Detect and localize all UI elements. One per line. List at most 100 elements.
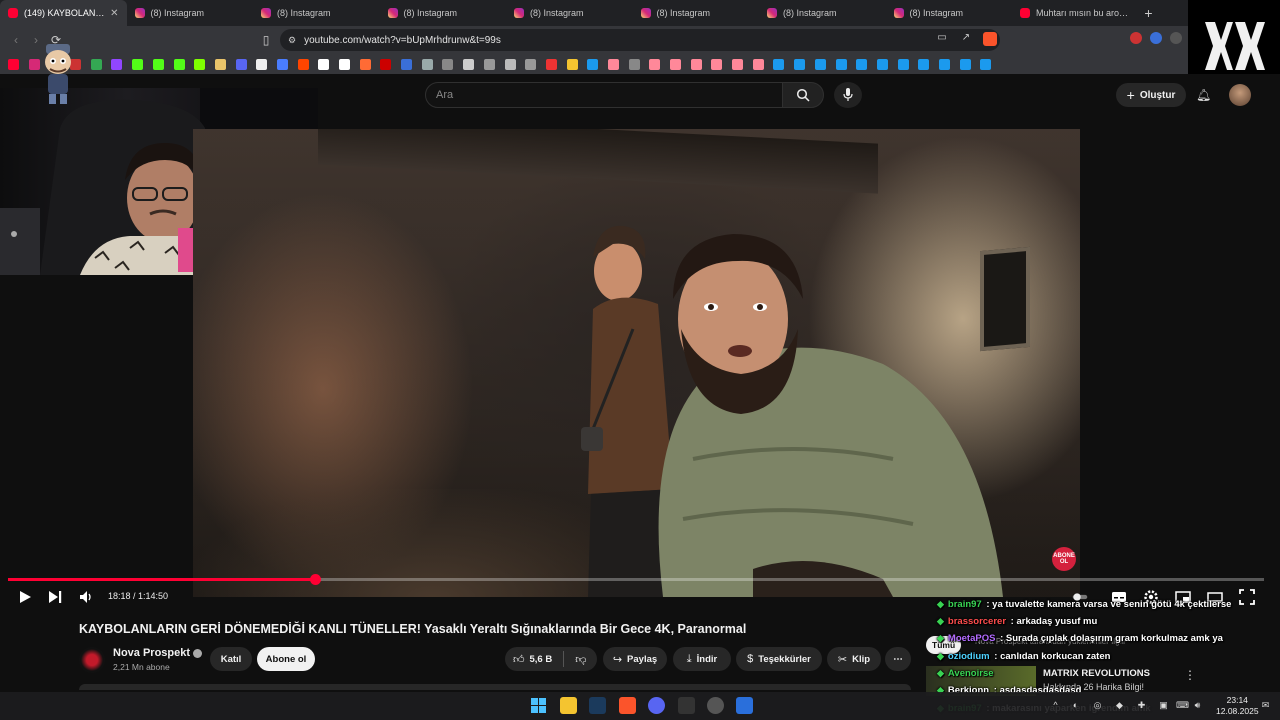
share-icon[interactable]: ↗ <box>959 32 973 46</box>
bookmark-favicon-icon[interactable] <box>380 58 392 70</box>
bookmark-favicon-icon[interactable] <box>194 58 206 70</box>
browser-tab[interactable]: (149) KAYBOLANLARIN✕ <box>0 0 127 26</box>
discord-icon[interactable] <box>648 697 665 714</box>
play-icon[interactable] <box>17 589 33 605</box>
share-button[interactable]: ↪ Paylaş <box>603 647 667 671</box>
bookmark-favicon-icon[interactable] <box>442 58 454 70</box>
bookmark-favicon-icon[interactable] <box>711 58 723 70</box>
bookmark-favicon-icon[interactable] <box>938 58 950 70</box>
thanks-button[interactable]: $ Teşekkürler <box>736 647 822 671</box>
bookmark-favicon-icon[interactable] <box>628 58 640 70</box>
bookmark-favicon-icon[interactable] <box>690 58 702 70</box>
bookmark-favicon-icon[interactable] <box>649 58 661 70</box>
site-info-icon[interactable]: ⚙ <box>288 35 296 46</box>
bookmark-icon[interactable]: ▯ <box>256 33 276 47</box>
browser-tab[interactable]: (8) Instagram <box>633 0 760 26</box>
bookmark-favicon-icon[interactable] <box>670 58 681 70</box>
bookmark-favicon-icon[interactable] <box>90 58 102 70</box>
notifications-bell-icon[interactable]: 🔔︎ <box>1196 88 1211 102</box>
bookmark-favicon-icon[interactable] <box>918 58 930 70</box>
tray-app-icon[interactable]: ✚ <box>1136 700 1147 711</box>
system-clock[interactable]: 23:14 12.08.2025 <box>1216 695 1259 717</box>
bookmark-favicon-icon[interactable] <box>525 58 537 70</box>
bookmark-favicon-icon[interactable] <box>545 58 557 70</box>
bookmark-favicon-icon[interactable] <box>773 58 785 70</box>
bookmark-favicon-icon[interactable] <box>318 58 330 70</box>
description-box[interactable] <box>79 684 911 690</box>
tray-app-icon[interactable]: ▣ <box>1158 700 1169 711</box>
tab-close-icon[interactable]: ✕ <box>110 8 118 19</box>
browser-tab[interactable]: (8) Instagram <box>759 0 886 26</box>
tray-app-icon[interactable]: ◆ <box>1114 700 1125 711</box>
volume-icon[interactable] <box>78 589 94 605</box>
search-button[interactable] <box>782 82 824 108</box>
bookmark-favicon-icon[interactable] <box>980 58 992 70</box>
channel-name[interactable]: Nova Prospekt <box>113 647 203 659</box>
bookmark-favicon-icon[interactable] <box>401 58 413 70</box>
bookmark-favicon-icon[interactable] <box>463 58 475 70</box>
bookmark-favicon-icon[interactable] <box>876 58 888 70</box>
steam-icon[interactable] <box>589 697 606 714</box>
browser-tab[interactable]: (8) Instagram <box>380 0 507 26</box>
search-input[interactable]: Ara <box>425 82 783 108</box>
bookmark-favicon-icon[interactable] <box>235 58 247 70</box>
subscribe-badge[interactable]: ABONE OL <box>1052 547 1076 571</box>
bookmark-favicon-icon[interactable] <box>256 58 268 70</box>
browser-tab[interactable]: (8) Instagram <box>506 0 633 26</box>
bookmark-favicon-icon[interactable] <box>794 58 806 70</box>
like-icon[interactable]: 👍︎ <box>513 653 525 666</box>
bookmark-favicon-icon[interactable] <box>504 58 516 70</box>
bookmark-favicon-icon[interactable] <box>421 58 433 70</box>
file-explorer-icon[interactable] <box>560 697 577 714</box>
dislike-icon[interactable]: 👎︎ <box>575 653 586 666</box>
account-avatar[interactable] <box>1229 84 1251 106</box>
bookmark-favicon-icon[interactable] <box>587 58 599 70</box>
tray-app-icon[interactable]: ◐ <box>1070 700 1081 711</box>
channel-avatar[interactable] <box>79 647 105 673</box>
brave-browser-icon[interactable] <box>619 697 636 714</box>
bookmark-favicon-icon[interactable] <box>566 58 578 70</box>
back-icon[interactable]: ‹ <box>6 33 26 47</box>
extension-icon[interactable] <box>1150 32 1162 44</box>
bookmark-favicon-icon[interactable] <box>856 58 868 70</box>
more-actions-button[interactable]: ⋯ <box>885 647 911 671</box>
bookmark-favicon-icon[interactable] <box>814 58 826 70</box>
bookmark-favicon-icon[interactable] <box>897 58 909 70</box>
tray-app-icon[interactable]: ◎ <box>1092 700 1103 711</box>
speaker-icon[interactable]: 🔊︎ <box>1192 700 1203 711</box>
progress-bar[interactable] <box>8 574 1264 585</box>
browser-tab[interactable]: (8) Instagram <box>253 0 380 26</box>
video-frame[interactable]: ABONE OL <box>193 129 1080 597</box>
app-icon[interactable] <box>736 697 753 714</box>
bookmark-favicon-icon[interactable] <box>835 58 847 70</box>
brave-shield-icon[interactable] <box>983 32 997 46</box>
create-button[interactable]: + Oluştur <box>1116 83 1186 107</box>
cast-icon[interactable]: ▭ <box>935 32 949 46</box>
like-count[interactable]: 5,6 B <box>530 654 553 665</box>
next-video-icon[interactable] <box>47 589 63 605</box>
bookmark-favicon-icon[interactable] <box>359 58 371 70</box>
join-button[interactable]: Katıl <box>210 647 252 671</box>
bookmark-favicon-icon[interactable] <box>959 58 971 70</box>
network-icon[interactable]: ⌨ <box>1176 700 1189 711</box>
voice-search-button[interactable] <box>834 82 862 108</box>
start-icon[interactable] <box>530 697 547 714</box>
bookmark-favicon-icon[interactable] <box>152 58 164 70</box>
bookmark-favicon-icon[interactable] <box>132 58 144 70</box>
subscribe-button[interactable]: Abone ol <box>257 647 315 671</box>
obs-icon[interactable] <box>707 697 724 714</box>
bookmark-favicon-icon[interactable] <box>339 58 350 70</box>
bookmark-favicon-icon[interactable] <box>173 58 185 70</box>
browser-tab[interactable]: (8) Instagram <box>127 0 254 26</box>
bookmark-favicon-icon[interactable] <box>752 58 764 70</box>
clip-button[interactable]: ✂ Klip <box>827 647 881 671</box>
bookmark-favicon-icon[interactable] <box>732 58 744 70</box>
bookmark-favicon-icon[interactable] <box>276 58 288 70</box>
bookmark-favicon-icon[interactable] <box>297 58 309 70</box>
browser-tab[interactable]: Muhtarı mısın bu aromat <box>1012 0 1139 26</box>
bookmark-favicon-icon[interactable] <box>111 58 123 70</box>
download-button[interactable]: ⤓ İndir <box>673 647 731 671</box>
notification-center-icon[interactable]: ✉ <box>1260 700 1271 711</box>
bookmark-favicon-icon[interactable] <box>607 58 619 70</box>
extension-icon[interactable] <box>1130 32 1142 44</box>
